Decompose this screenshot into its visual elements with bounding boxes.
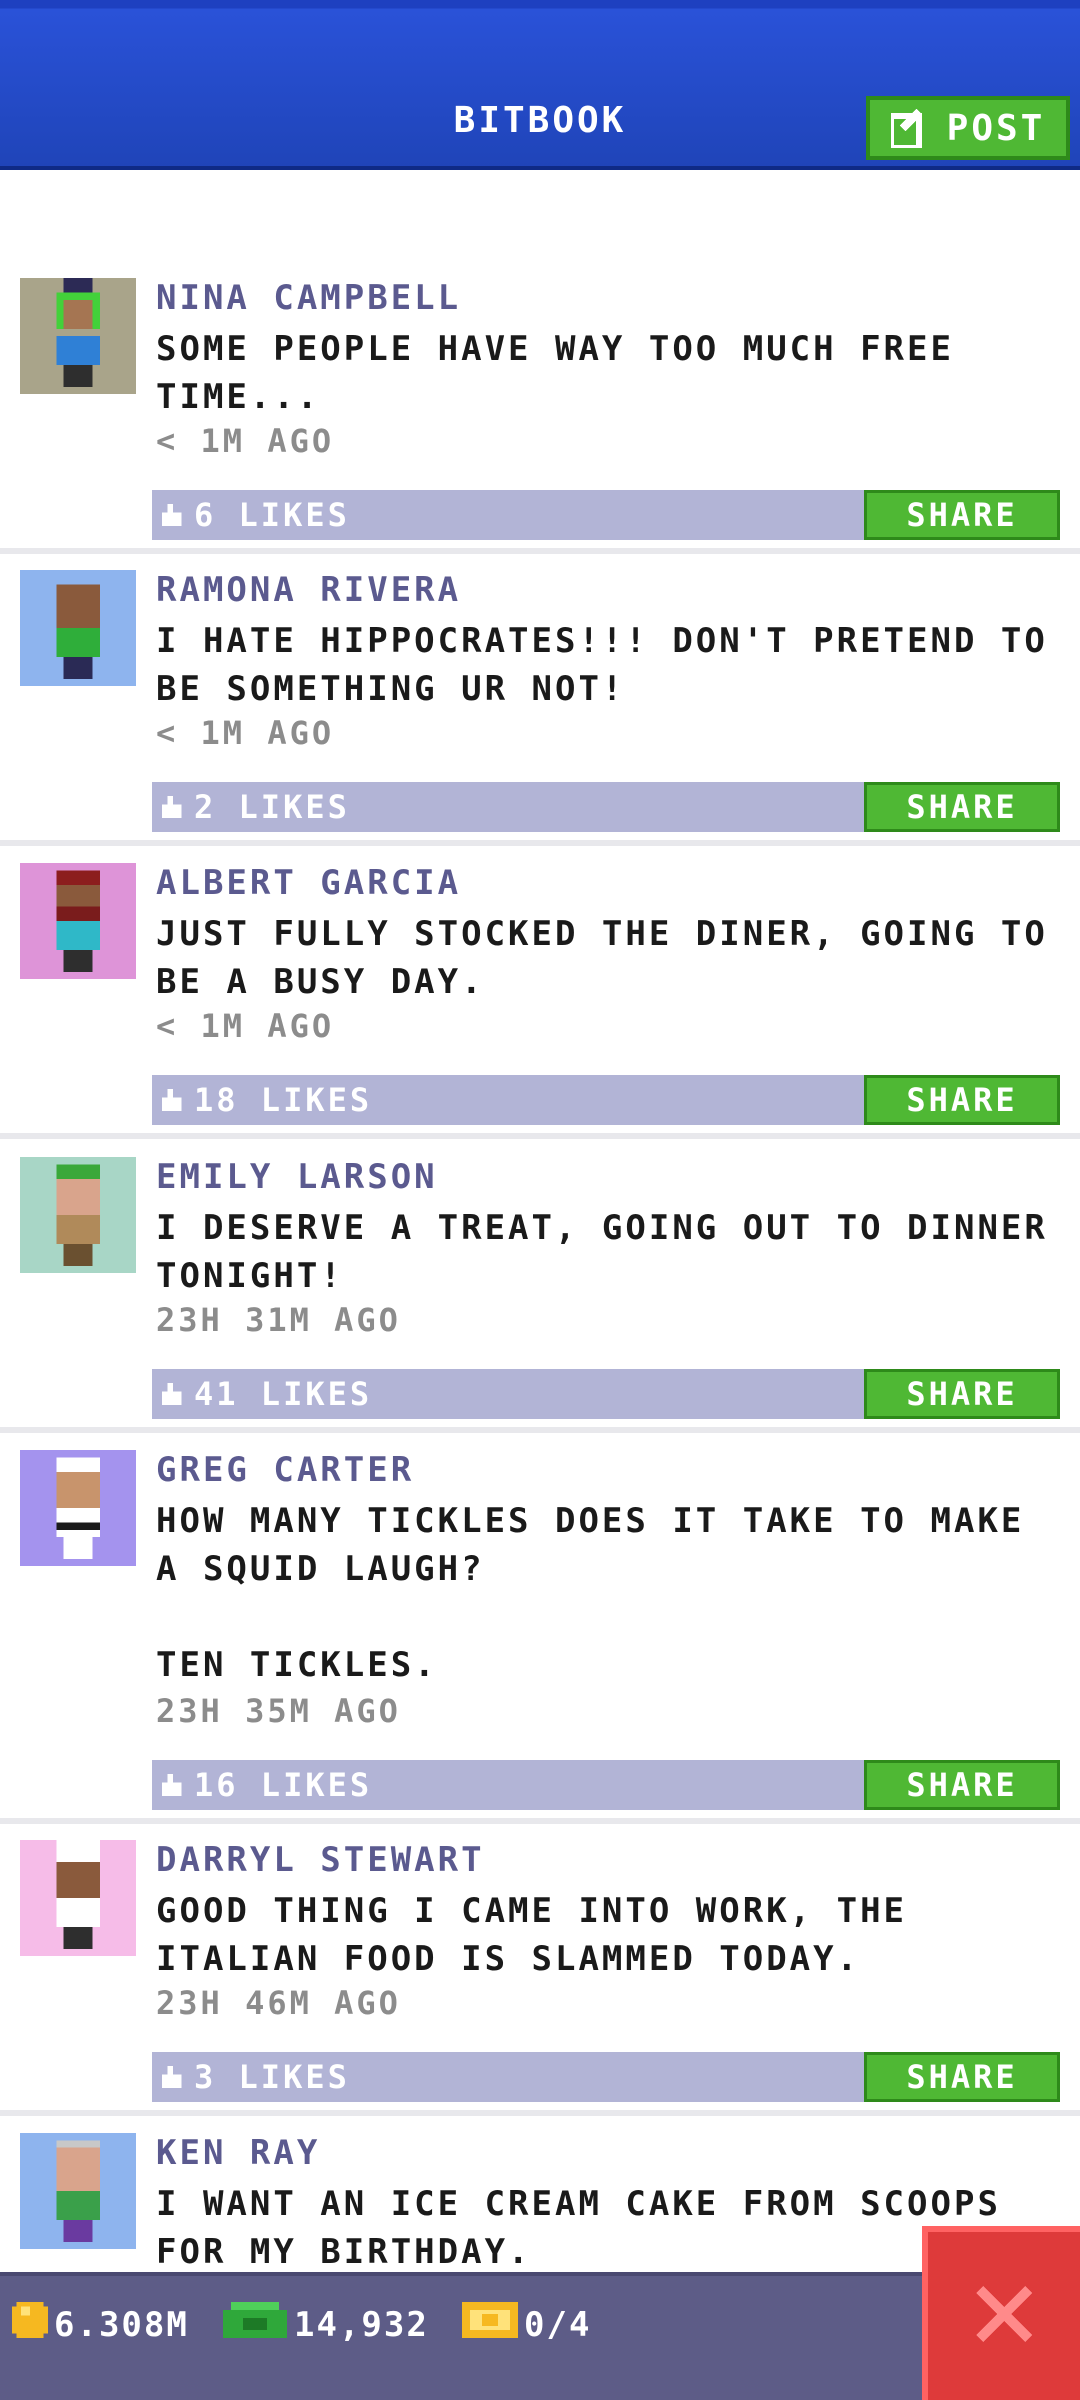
- post-item: DARRYL STEWART GOOD THING I CAME INTO WO…: [0, 1840, 1080, 2116]
- post-text: HOW MANY TICKLES DOES IT TAKE TO MAKE A …: [156, 1501, 1025, 1685]
- post-item: EMILY LARSON I DESERVE A TREAT, GOING OU…: [0, 1157, 1080, 1433]
- avatar[interactable]: [20, 278, 136, 394]
- like-count[interactable]: 18 LIKES: [162, 1081, 372, 1119]
- ticket-icon: [462, 2302, 518, 2347]
- like-count-label: 41 LIKES: [194, 1375, 373, 1413]
- post-text: GOOD THING I CAME INTO WORK, THE ITALIAN…: [156, 1891, 931, 1979]
- post-item: GREG CARTER HOW MANY TICKLES DOES IT TAK…: [0, 1450, 1080, 1824]
- share-button[interactable]: SHARE: [864, 1075, 1060, 1125]
- post-time: < 1M AGO: [156, 714, 335, 752]
- like-count[interactable]: 2 LIKES: [162, 788, 350, 826]
- post-author[interactable]: KEN RAY: [156, 2133, 320, 2173]
- avatar[interactable]: [20, 863, 136, 979]
- share-button[interactable]: SHARE: [864, 1369, 1060, 1419]
- post-time: < 1M AGO: [156, 1007, 335, 1045]
- like-bar: 2 LIKES SHARE: [152, 782, 1060, 832]
- like-count[interactable]: 16 LIKES: [162, 1766, 372, 1804]
- post-time: 23H 35M AGO: [156, 1692, 401, 1730]
- like-count-label: 2 LIKES: [194, 788, 350, 826]
- like-count[interactable]: 6 LIKES: [162, 496, 350, 534]
- like-count-label: 18 LIKES: [194, 1081, 373, 1119]
- post-text: I HATE HIPPOCRATES!!! DON'T PRETEND TO B…: [156, 621, 1072, 709]
- bux-stat: 14,932: [222, 2302, 429, 2347]
- post-time: 23H 31M AGO: [156, 1301, 401, 1339]
- close-button[interactable]: [922, 2226, 1080, 2400]
- like-bar: 3 LIKES SHARE: [152, 2052, 1060, 2102]
- like-count-label: 16 LIKES: [194, 1766, 373, 1804]
- post-author[interactable]: GREG CARTER: [156, 1450, 414, 1490]
- thumb-up-icon: [162, 2066, 184, 2088]
- like-count-label: 3 LIKES: [194, 2058, 350, 2096]
- like-bar: 6 LIKES SHARE: [152, 490, 1060, 540]
- avatar[interactable]: [20, 570, 136, 686]
- post-time: < 1M AGO: [156, 422, 335, 460]
- post-item: ALBERT GARCIA JUST FULLY STOCKED THE DIN…: [0, 863, 1080, 1139]
- post-author[interactable]: RAMONA RIVERA: [156, 570, 461, 610]
- post-author[interactable]: EMILY LARSON: [156, 1157, 438, 1197]
- post-item: NINA CAMPBELL SOME PEOPLE HAVE WAY TOO M…: [0, 278, 1080, 554]
- post-text: SOME PEOPLE HAVE WAY TOO MUCH FREE TIME.…: [156, 329, 978, 417]
- bux-icon: [222, 2302, 288, 2347]
- app-header: BITBOOK POST: [0, 0, 1080, 170]
- share-button[interactable]: SHARE: [864, 490, 1060, 540]
- close-icon: [969, 2279, 1039, 2353]
- post-author[interactable]: NINA CAMPBELL: [156, 278, 461, 318]
- thumb-up-icon: [162, 1383, 184, 1405]
- thumb-up-icon: [162, 1089, 184, 1111]
- post-item: RAMONA RIVERA I HATE HIPPOCRATES!!! DON'…: [0, 570, 1080, 846]
- share-button[interactable]: SHARE: [864, 1760, 1060, 1810]
- like-bar: 16 LIKES SHARE: [152, 1760, 1060, 1810]
- share-button[interactable]: SHARE: [864, 782, 1060, 832]
- post-button[interactable]: POST: [866, 96, 1070, 160]
- post-button-label: POST: [946, 107, 1046, 149]
- post-text: I DESERVE A TREAT, GOING OUT TO DINNER T…: [156, 1208, 1072, 1296]
- compose-icon: [890, 108, 931, 148]
- coin-icon: [12, 2302, 48, 2347]
- thumb-up-icon: [162, 796, 184, 818]
- post-time: 23H 46M AGO: [156, 1984, 401, 2022]
- coins-stat: 6.308M: [12, 2302, 189, 2347]
- like-count-label: 6 LIKES: [194, 496, 350, 534]
- post-text: JUST FULLY STOCKED THE DINER, GOING TO B…: [156, 914, 1072, 1002]
- like-count[interactable]: 3 LIKES: [162, 2058, 350, 2096]
- currency-bar: 6.308M 14,932 0/4: [0, 2272, 1080, 2400]
- coins-value: 6.308M: [54, 2304, 189, 2345]
- avatar[interactable]: [20, 1840, 136, 1956]
- avatar[interactable]: [20, 1450, 136, 1566]
- thumb-up-icon: [162, 504, 184, 526]
- avatar[interactable]: [20, 2133, 136, 2249]
- thumb-up-icon: [162, 1774, 184, 1796]
- avatar[interactable]: [20, 1157, 136, 1273]
- post-author[interactable]: DARRYL STEWART: [156, 1840, 485, 1880]
- like-bar: 41 LIKES SHARE: [152, 1369, 1060, 1419]
- bux-value: 14,932: [294, 2304, 429, 2345]
- like-count[interactable]: 41 LIKES: [162, 1375, 372, 1413]
- tickets-value: 0/4: [524, 2304, 592, 2345]
- share-button[interactable]: SHARE: [864, 2052, 1060, 2102]
- like-bar: 18 LIKES SHARE: [152, 1075, 1060, 1125]
- post-author[interactable]: ALBERT GARCIA: [156, 863, 461, 903]
- tickets-stat: 0/4: [462, 2302, 591, 2347]
